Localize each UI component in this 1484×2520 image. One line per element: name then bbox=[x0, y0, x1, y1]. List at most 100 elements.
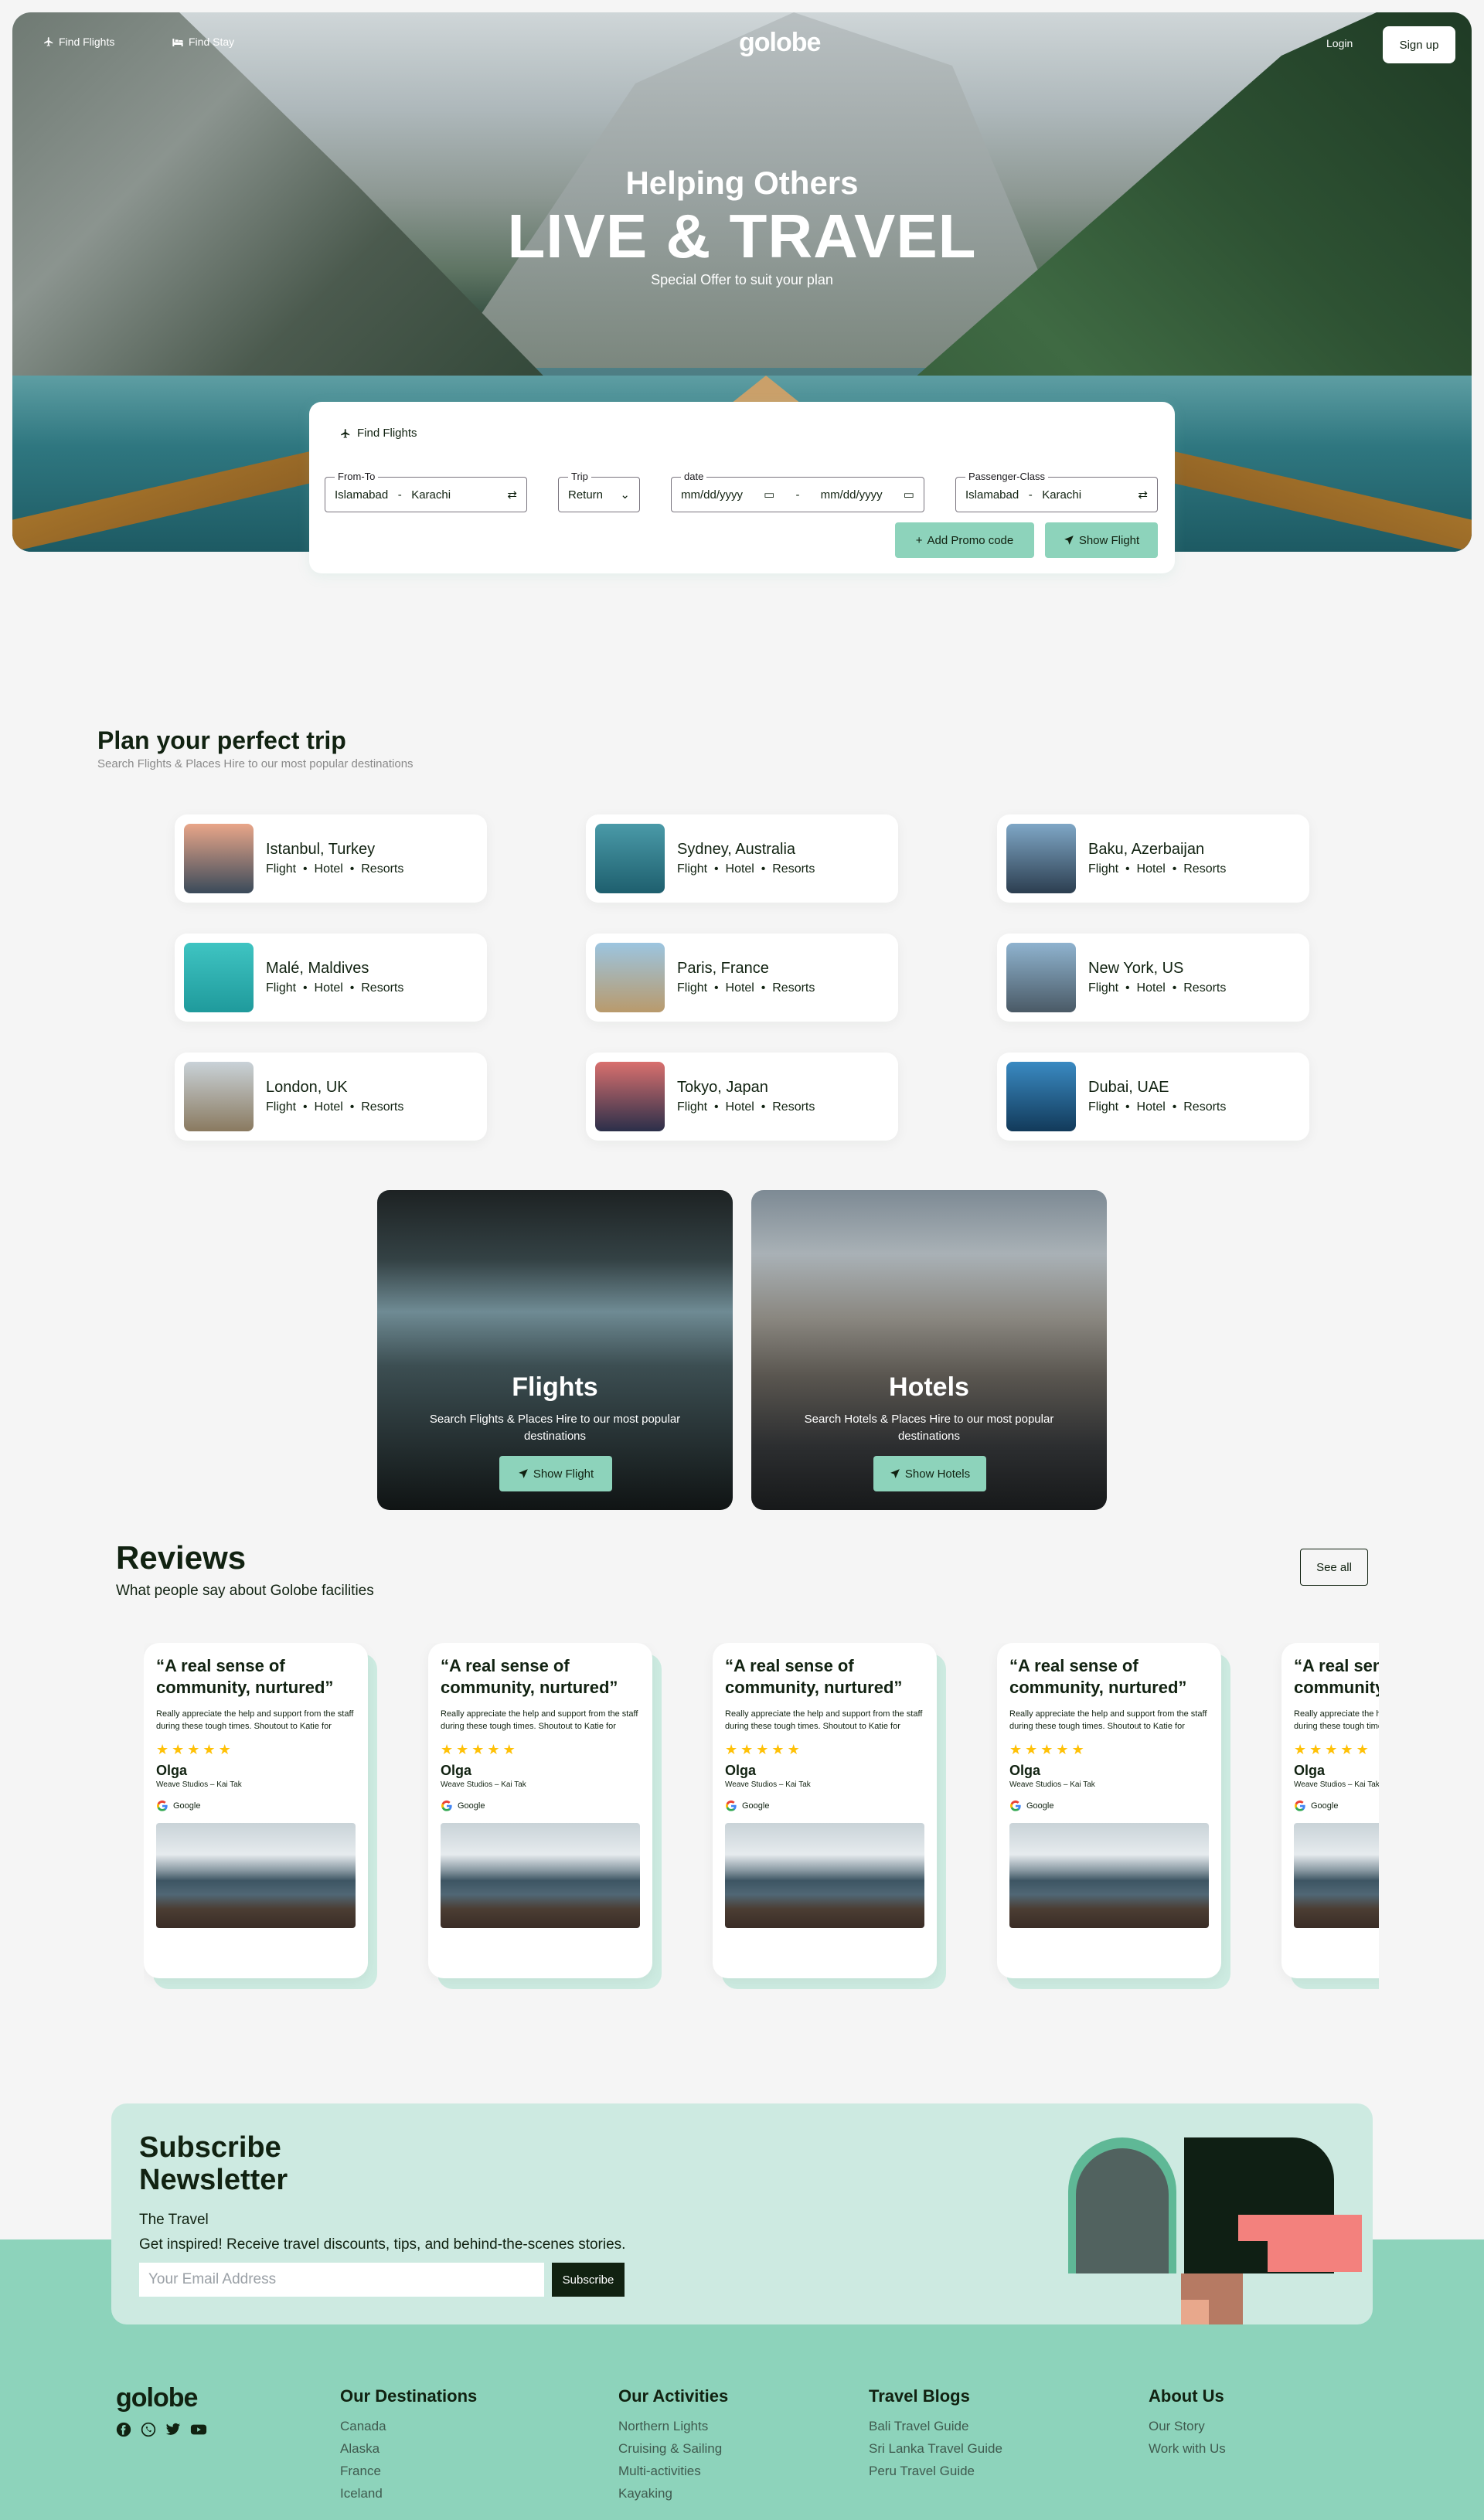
destination-services: Flight • Hotel • Resorts bbox=[266, 981, 404, 995]
review-text: Really appreciate the help and support f… bbox=[725, 1709, 923, 1731]
footer-logo[interactable]: golobe bbox=[116, 2383, 198, 2413]
from-to-field[interactable]: From-To Islamabad - Karachi ⇄ bbox=[325, 471, 527, 512]
subscribe-button[interactable]: Subscribe bbox=[552, 2263, 625, 2297]
destination-card[interactable]: New York, US Flight • Hotel • Resorts bbox=[997, 934, 1309, 1022]
star-icon: ★ bbox=[1356, 1742, 1372, 1757]
nav-find-stay[interactable]: Find Stay bbox=[172, 36, 234, 48]
footer-link[interactable]: Alaska bbox=[340, 2441, 477, 2457]
footer-column-title: Our Activities bbox=[618, 2386, 729, 2406]
hotels-promo-desc: Search Hotels & Places Hire to our most … bbox=[804, 1413, 1054, 1443]
facebook-icon[interactable] bbox=[116, 2422, 131, 2437]
destination-card[interactable]: Baku, Azerbaijan Flight • Hotel • Resorts bbox=[997, 814, 1309, 903]
newsletter-email-input[interactable]: Your Email Address bbox=[139, 2263, 544, 2297]
nav-find-flights[interactable]: Find Flights bbox=[43, 36, 114, 48]
review-stars: ★★★★★ bbox=[156, 1742, 356, 1758]
show-flight-button[interactable]: Show Flight bbox=[1045, 522, 1158, 558]
footer-link[interactable]: Bali Travel Guide bbox=[869, 2419, 1002, 2434]
destination-card[interactable]: Sydney, Australia Flight • Hotel • Resort… bbox=[586, 814, 898, 903]
show-hotels-button[interactable]: Show Hotels bbox=[873, 1456, 986, 1491]
tab-find-flights[interactable]: Find Flights bbox=[340, 427, 417, 440]
star-icon: ★ bbox=[1340, 1742, 1356, 1757]
flights-promo-desc: Search Flights & Places Hire to our most… bbox=[429, 1413, 681, 1443]
destination-card[interactable]: London, UK Flight • Hotel • Resorts bbox=[175, 1053, 487, 1141]
show-hotels-label: Show Hotels bbox=[904, 1467, 971, 1481]
review-source: Google bbox=[725, 1800, 924, 1812]
show-flight-promo-button[interactable]: Show Flight bbox=[499, 1456, 612, 1491]
star-icon: ★ bbox=[725, 1742, 741, 1757]
swap-icon[interactable]: ⇄ bbox=[507, 488, 517, 502]
footer-link[interactable]: Kayaking bbox=[618, 2486, 728, 2501]
twitter-icon[interactable] bbox=[165, 2422, 181, 2437]
plus-icon: + bbox=[915, 533, 923, 547]
star-icon: ★ bbox=[756, 1742, 772, 1757]
destination-card[interactable]: Malé, Maldives Flight • Hotel • Resorts bbox=[175, 934, 487, 1022]
star-icon: ★ bbox=[441, 1742, 457, 1757]
newsletter-title: Subscribe Newsletter bbox=[139, 2131, 288, 2196]
footer-link[interactable]: Sri Lanka Travel Guide bbox=[869, 2441, 1002, 2457]
destination-services: Flight • Hotel • Resorts bbox=[1088, 1100, 1227, 1114]
star-icon: ★ bbox=[1009, 1742, 1026, 1757]
site-logo[interactable]: golobe bbox=[739, 28, 821, 58]
review-text: Really appreciate the help and support f… bbox=[1294, 1709, 1379, 1731]
date-field[interactable]: date mm/dd/yyyy ▭ - mm/dd/yyyy ▭ bbox=[671, 471, 924, 512]
from-to-label: From-To bbox=[335, 471, 379, 482]
reviews-carousel[interactable]: “A real sense of community, nurtured” Rea… bbox=[144, 1643, 1379, 1998]
footer-link[interactable]: Northern Lights bbox=[618, 2419, 728, 2434]
google-icon bbox=[441, 1800, 453, 1812]
star-icon: ★ bbox=[1294, 1742, 1310, 1757]
nav-find-flights-label: Find Flights bbox=[59, 36, 115, 48]
star-icon: ★ bbox=[1040, 1742, 1057, 1757]
footer-link[interactable]: France bbox=[340, 2464, 477, 2479]
review-stars: ★★★★★ bbox=[441, 1742, 640, 1758]
footer-link[interactable]: Canada bbox=[340, 2419, 477, 2434]
reviewer-name: Olga bbox=[441, 1763, 472, 1778]
review-stars: ★★★★★ bbox=[1294, 1742, 1379, 1758]
calendar-icon[interactable]: ▭ bbox=[904, 488, 914, 502]
destination-name: Baku, Azerbaijan bbox=[1088, 841, 1205, 858]
swap-icon[interactable]: ⇄ bbox=[1138, 488, 1148, 502]
star-icon: ★ bbox=[1071, 1742, 1087, 1757]
star-icon: ★ bbox=[1056, 1742, 1072, 1757]
youtube-icon[interactable] bbox=[190, 2422, 207, 2437]
destination-card[interactable]: Tokyo, Japan Flight • Hotel • Resorts bbox=[586, 1053, 898, 1141]
reviewer-name: Olga bbox=[1294, 1763, 1326, 1778]
destination-name: Dubai, UAE bbox=[1088, 1079, 1169, 1096]
reviews-subtitle: What people say about Golobe facilities bbox=[116, 1583, 374, 1599]
passenger-class-field[interactable]: Passenger-Class Islamabad - Karachi ⇄ bbox=[955, 471, 1158, 512]
date-start-input[interactable]: mm/dd/yyyy bbox=[681, 488, 743, 502]
destination-card[interactable]: Istanbul, Turkey Flight • Hotel • Resorts bbox=[175, 814, 487, 903]
destination-card[interactable]: Dubai, UAE Flight • Hotel • Resorts bbox=[997, 1053, 1309, 1141]
add-promo-code-button[interactable]: + Add Promo code bbox=[895, 522, 1034, 558]
passenger-class-label: Passenger-Class bbox=[965, 471, 1048, 482]
destination-card[interactable]: Paris, France Flight • Hotel • Resorts bbox=[586, 934, 898, 1022]
footer-link[interactable]: Work with Us bbox=[1149, 2441, 1226, 2457]
whatsapp-icon[interactable] bbox=[141, 2422, 156, 2437]
footer-column: Travel Blogs Bali Travel Guide Sri Lanka T… bbox=[869, 2386, 1002, 2486]
calendar-icon[interactable]: ▭ bbox=[764, 488, 774, 502]
reviewer-company: Weave Studios – Kai Tak bbox=[725, 1780, 811, 1789]
footer-link[interactable]: Iceland bbox=[340, 2486, 477, 2501]
footer-column: Our Destinations Canada Alaska France Icelan… bbox=[340, 2386, 477, 2508]
footer-link[interactable]: Peru Travel Guide bbox=[869, 2464, 1002, 2479]
footer-link[interactable]: Our Story bbox=[1149, 2419, 1226, 2434]
google-icon bbox=[1294, 1800, 1306, 1812]
review-source: Google bbox=[1294, 1800, 1379, 1812]
see-all-button[interactable]: See all bbox=[1300, 1549, 1368, 1586]
review-source: Google bbox=[441, 1800, 640, 1812]
review-image bbox=[1009, 1823, 1209, 1928]
signup-button[interactable]: Sign up bbox=[1383, 26, 1455, 63]
plan-trip-subtitle: Search Flights & Places Hire to our most… bbox=[97, 757, 414, 770]
trip-select[interactable]: Trip Return ⌄ bbox=[558, 471, 640, 512]
google-icon bbox=[725, 1800, 737, 1812]
footer-link[interactable]: Multi-activities bbox=[618, 2464, 728, 2479]
google-icon bbox=[1009, 1800, 1022, 1812]
date-end-input[interactable]: mm/dd/yyyy bbox=[821, 488, 883, 502]
top-nav: Find Flights Find Stay golobe Login Sign… bbox=[12, 12, 1472, 77]
reviewer-company: Weave Studios – Kai Tak bbox=[441, 1780, 526, 1789]
paper-plane-icon bbox=[890, 1468, 900, 1479]
login-link[interactable]: Login bbox=[1326, 37, 1353, 49]
destination-thumbnail bbox=[1006, 824, 1076, 893]
footer-link[interactable]: Cruising & Sailing bbox=[618, 2441, 728, 2457]
review-image bbox=[725, 1823, 924, 1928]
reviewer-name: Olga bbox=[1009, 1763, 1041, 1778]
